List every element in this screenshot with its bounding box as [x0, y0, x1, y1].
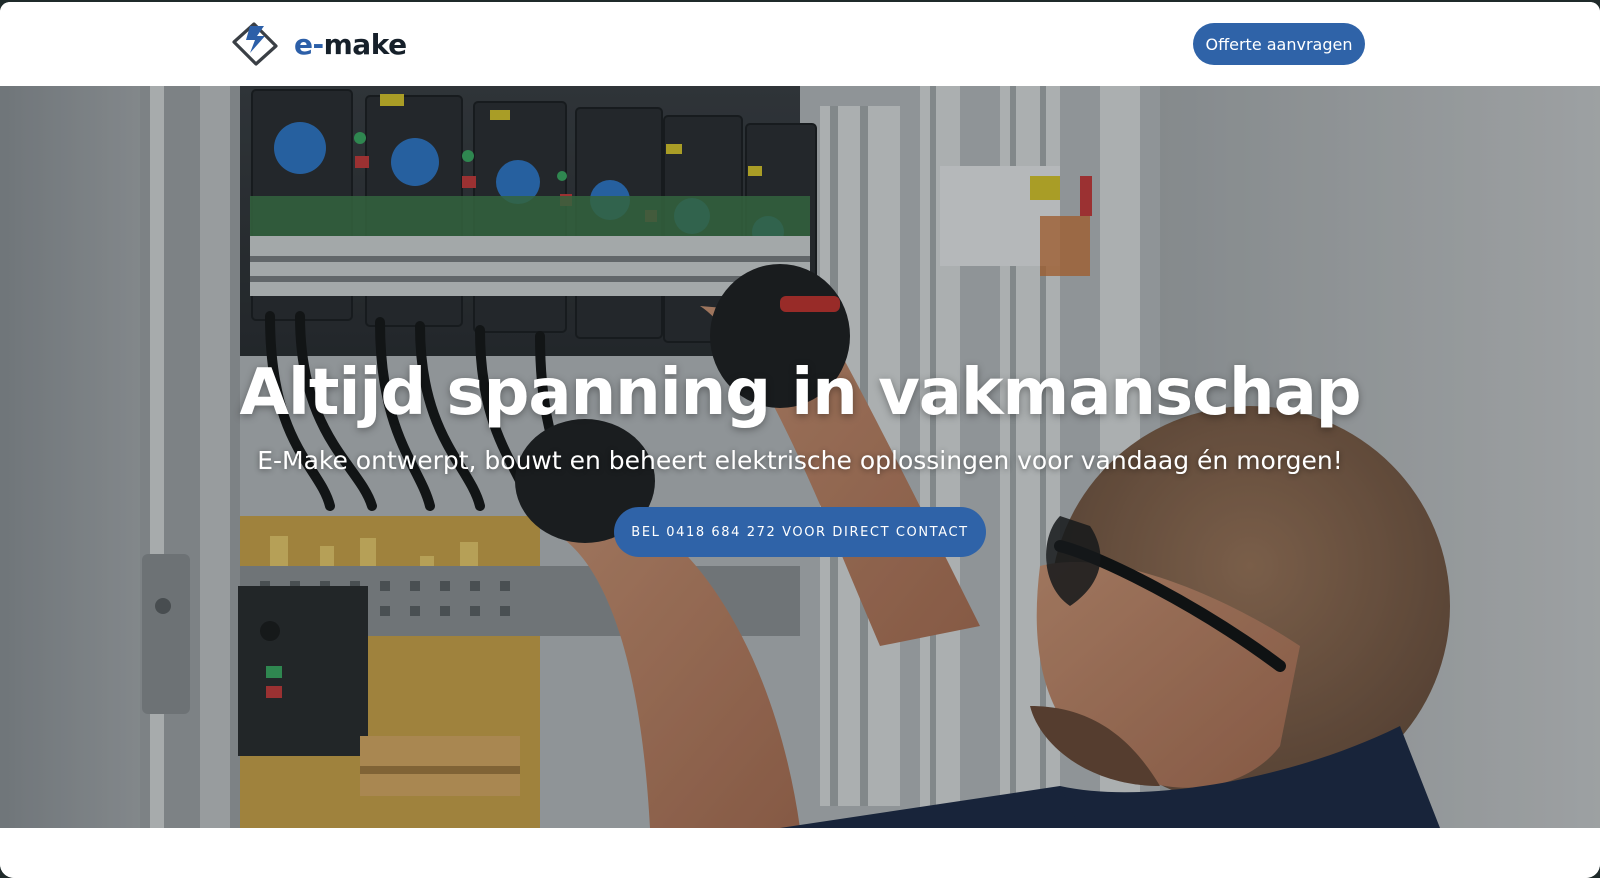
site-logo[interactable]: e-make — [230, 20, 407, 68]
lightning-bolt-icon — [232, 22, 278, 66]
hero-content: Altijd spanning in vakmanschap E-Make on… — [0, 86, 1600, 828]
logo-suffix: make — [323, 27, 407, 61]
request-quote-button[interactable]: Offerte aanvragen — [1193, 23, 1365, 65]
logo-prefix: e- — [294, 27, 324, 61]
next-section-edge — [0, 828, 1600, 878]
page: e-make Offerte aanvragen Altijd spanning… — [0, 2, 1600, 878]
call-direct-contact-button[interactable]: BEL 0418 684 272 VOOR DIRECT CONTACT — [614, 507, 986, 557]
hero-subtitle: E-Make ontwerpt, bouwt en beheert elektr… — [257, 446, 1343, 475]
logo-text: e-make — [294, 28, 407, 61]
site-header: e-make Offerte aanvragen — [0, 2, 1600, 86]
hero-section: Altijd spanning in vakmanschap E-Make on… — [0, 86, 1600, 828]
hero-title: Altijd spanning in vakmanschap — [239, 356, 1361, 430]
